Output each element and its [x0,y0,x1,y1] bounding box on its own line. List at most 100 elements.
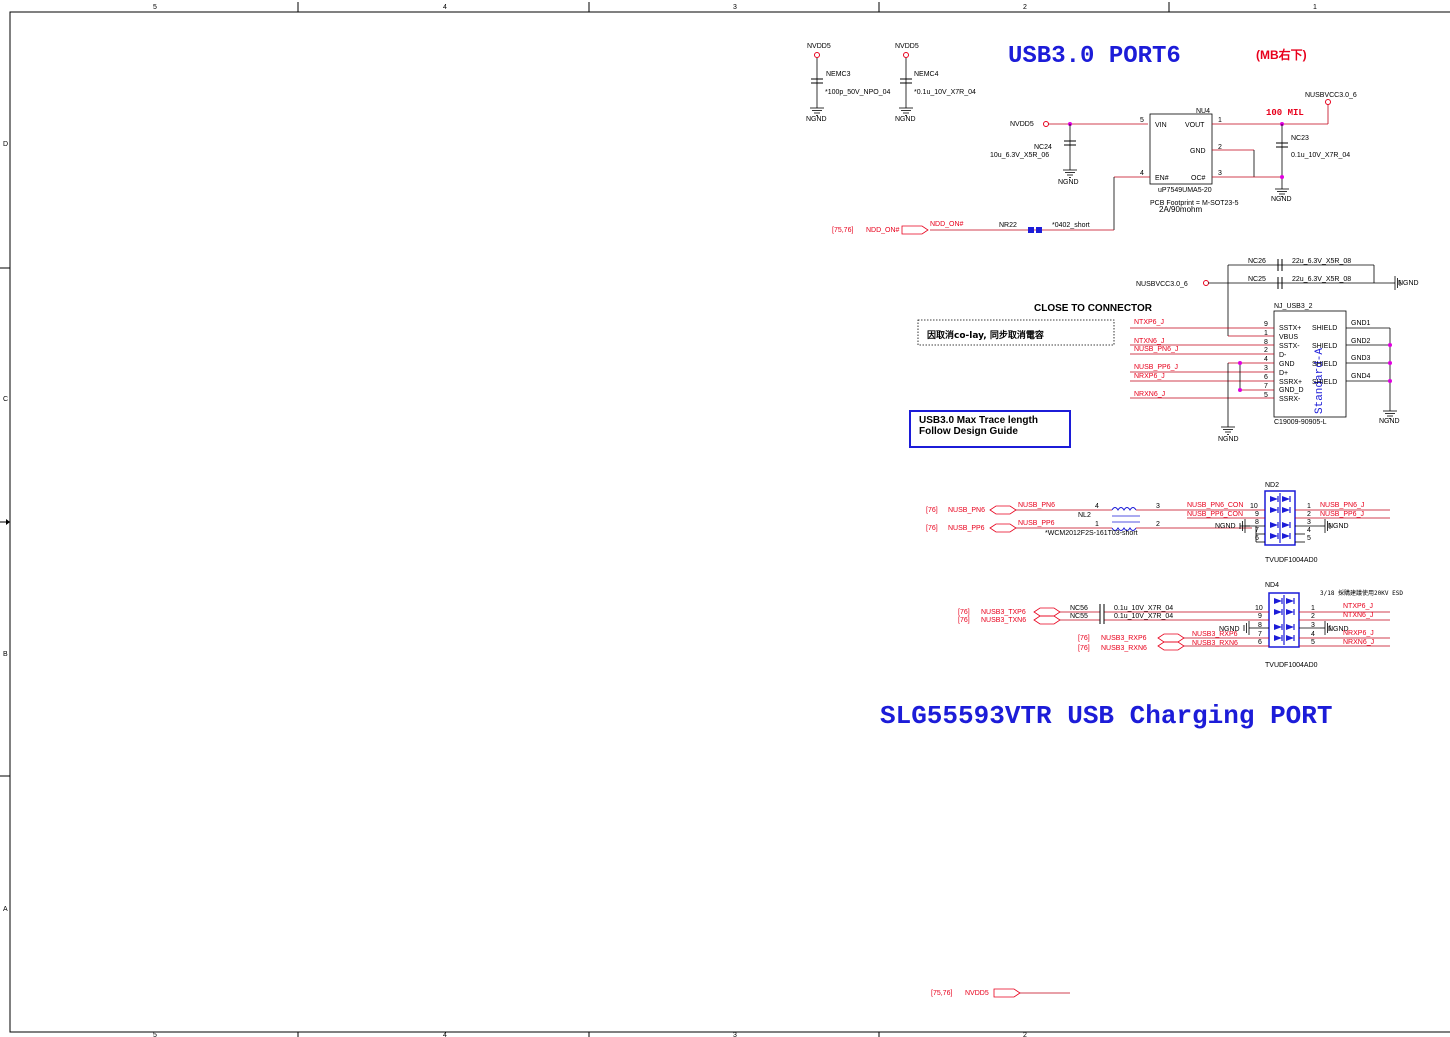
esd-array-nd2: ND2 TVUDF1004AD0 NGND NGND 10 9 8 7 6 1 … [1187,482,1390,564]
pin-name: VBUS [1279,334,1298,341]
esd-ref: ND4 [1265,582,1279,589]
choke-out-net: NUSB_PP6_CON [1187,511,1243,518]
esd-pin: 1 [1307,503,1311,510]
bulk-gnd-label: NGND [1398,280,1419,287]
shield-name: SHIELD [1312,361,1337,368]
choke-in-ref: [76] [926,507,938,514]
bulk-cap-value-1: 22u_6.3V_X5R_08 [1292,258,1351,265]
tx-port: NUSB3_TXP6 [981,609,1026,616]
rx-port: NUSB3_RXN6 [1101,645,1147,652]
esd-pin: 9 [1258,613,1262,620]
power-switch-nu4: NVDD5 NC24 10u_6.3V_X5R_06 NGND NU4 VIN … [832,92,1357,235]
pin-name: D- [1279,352,1287,359]
decoupling-cap-nemc3: NVDD5 NEMC3 *100p_50V_NPO_04 NGND [806,43,890,123]
esd-note: 3/18 採購建議使用20KV ESD [1320,589,1403,597]
pin-vin: VIN [1155,122,1167,129]
net-label: NTXN6_J [1134,338,1164,345]
ic-ref: NU4 [1196,108,1210,115]
rx-ref: [76] [1078,635,1090,642]
esd-pin: 2 [1307,511,1311,518]
pin-name: SSRX+ [1279,379,1302,386]
jumper-ref: NR22 [999,222,1017,229]
common-mode-choke-nl2: [76] NUSB_PN6 [76] NUSB_PP6 NUSB_PN6 NUS… [926,502,1252,537]
pin-en: EN# [1155,175,1169,182]
esd-net: NRXP6_J [1343,630,1374,637]
choke-out-net: NUSB_PN6_CON [1187,502,1243,509]
choke-in-port: NUSB_PN6 [948,507,985,514]
close-to-connector-note: CLOSE TO CONNECTOR [1034,303,1153,314]
pin-num-4: 4 [1140,170,1144,177]
tx-port: NUSB3_TXN6 [981,617,1026,624]
zone-top-5: 5 [153,4,157,11]
colay-note: 因取消co-lay, 同步取消電容 [927,329,1044,341]
pin-num: 9 [1264,321,1268,328]
jumper-value: *0402_short [1052,222,1090,229]
choke-wire-label: NUSB_PP6 [1018,520,1055,527]
choke-in-port: NUSB_PP6 [948,525,985,532]
esd-pin: 10 [1255,605,1263,612]
trace-note-line2: Follow Design Guide [919,426,1018,437]
ic-rating: 2A/90mohm [1159,205,1202,214]
pin-num-1: 1 [1218,117,1222,124]
trace-width-note: 100 MIL [1266,108,1304,118]
esd-net: NUSB_PN6_J [1320,502,1364,509]
esd-pin: 9 [1255,511,1259,518]
bulk-cap-ref-2: NC25 [1248,276,1266,283]
esd-pin: 10 [1250,503,1258,510]
zone-left-A: A [3,906,8,913]
decoupling-cap-nemc4: NVDD5 NEMC4 *0.1u_10V_X7R_04 NGND [895,43,976,123]
input-rail-label: NVDD5 [1010,121,1034,128]
esd-pin: 5 [1307,535,1311,542]
esd-pin: 8 [1258,622,1262,629]
main-subtitle: (MB右下) [1256,47,1307,62]
trace-length-note: USB3.0 Max Trace length Follow Design Gu… [909,410,1071,448]
pin-num: 6 [1264,374,1268,381]
esd-pin: 1 [1311,605,1315,612]
pin-name: GND [1279,361,1295,368]
esd-net: NTXN6_J [1343,612,1373,619]
ic-part: uP7549UMA5-20 [1158,187,1212,194]
rx-port: NUSB3_RXP6 [1101,635,1147,642]
zone-top-3: 3 [733,4,737,11]
rail-label: NVDD5 [807,43,831,50]
shield-name: SHIELD [1312,325,1337,332]
output-cap-ref: NC23 [1291,135,1309,142]
esd-array-nd4: ND4 3/18 採購建議使用20KV ESD TVUDF1004AD0 [76… [958,582,1403,669]
esd-part: TVUDF1004AD0 [1265,662,1318,669]
value-label: *100p_50V_NPO_04 [825,89,890,96]
net-label: NRXN6_J [1134,391,1165,398]
pin-num: 3 [1264,365,1268,372]
tx-ref: [76] [958,617,970,624]
pin-name: GND_D [1279,387,1304,394]
input-cap-gnd: NGND [1058,179,1079,186]
pin-gnd: GND [1190,148,1206,155]
zone-top-4: 4 [443,4,447,11]
port-name: NVDD5 [965,990,989,997]
input-cap-value: 10u_6.3V_X5R_06 [990,152,1049,159]
pin-num: 2 [1264,347,1268,354]
shield-net: GND1 [1351,320,1371,327]
connector-ref: NJ_USB3_2 [1274,303,1313,310]
output-gnd-label: NGND [1271,196,1292,203]
esd-gnd-label-right: NGND [1328,523,1349,530]
nvdd5-offpage-port: [75,76] NVDD5 [931,988,1070,998]
choke-pin: 2 [1156,521,1160,528]
bulk-cap-ref-1: NC26 [1248,258,1266,265]
esd-pin: 6 [1255,535,1259,542]
pin-name: SSTX+ [1279,325,1301,332]
charging-title: SLG55593VTR USB Charging PORT [880,701,1332,731]
output-net-label: NUSBVCC3.0_6 [1305,92,1357,99]
trace-note-line1: USB3.0 Max Trace length [919,415,1038,426]
main-title: USB3.0 PORT6 [1008,43,1181,70]
zone-top-1: 1 [1313,4,1317,11]
zone-top-2: 2 [1023,4,1027,11]
pin-vout: VOUT [1185,122,1205,129]
zone-bottom-3: 3 [733,1032,737,1037]
pin-num-5: 5 [1140,117,1144,124]
input-cap-ref: NC24 [1034,144,1052,151]
gnd-label: NGND [895,116,916,123]
port-ref: [75,76] [931,990,952,997]
pin-num: 4 [1264,356,1268,363]
net-label: NRXP6_J [1134,373,1165,380]
choke-pin: 3 [1156,503,1160,510]
